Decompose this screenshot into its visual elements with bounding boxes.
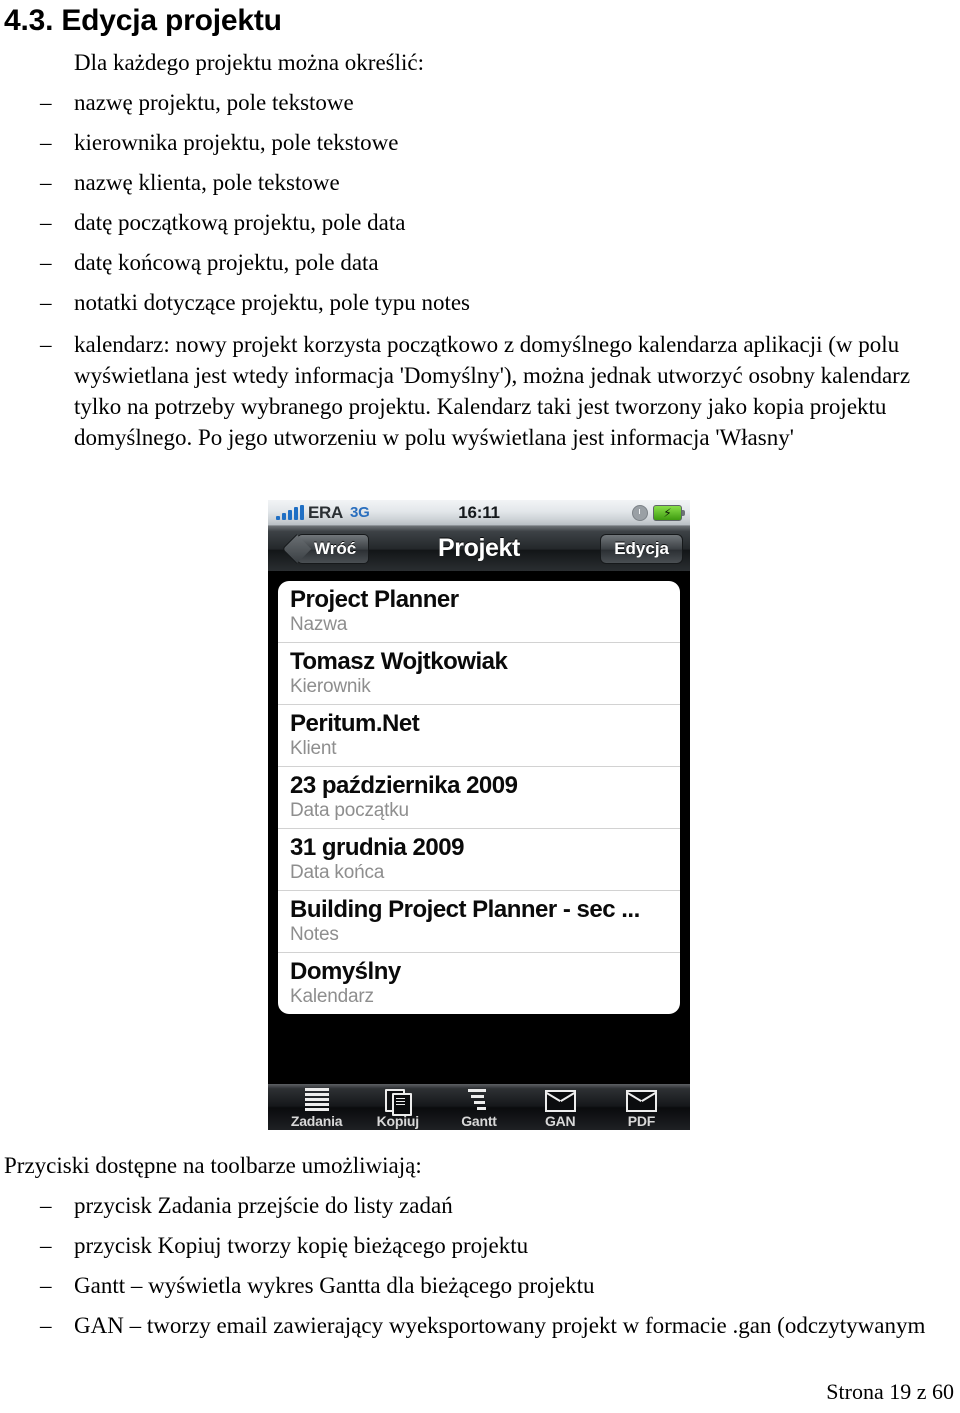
back-button[interactable]: Wróć [297,533,370,564]
status-bar: ERA 3G 16:11 ⚡ [268,500,690,526]
list-item-text: datę końcową projektu, pole data [74,250,379,275]
list-item-text: Gantt – wyświetla wykres Gantta dla bież… [74,1273,595,1298]
list-row[interactable]: 23 października 2009 Data początku [278,767,680,829]
row-label: Nazwa [290,614,348,635]
list-row[interactable]: Peritum.Net Klient [278,705,680,767]
bullet-dash: – [40,1193,52,1218]
toolbar-label: GAN [544,1113,576,1129]
bullet-dash: – [40,90,52,115]
list-item-text: przycisk Kopiuj tworzy kopię bieżącego p… [74,1233,529,1258]
envelope-icon [544,1088,576,1113]
row-value: 31 grudnia 2009 [290,834,464,861]
list-item-text: nazwę projektu, pole tekstowe [74,90,354,115]
bullet-dash: – [40,1233,52,1258]
list-item: – notatki dotyczące projektu, pole typu … [0,289,960,316]
toolbar-button-copy[interactable]: Kopiuj [357,1085,438,1129]
list-row[interactable]: Project Planner Nazwa [278,581,680,643]
list-card: Project Planner Nazwa Tomasz Wojtkowiak … [278,581,680,1014]
list-item: – kalendarz: nowy projekt korzysta począ… [0,329,960,453]
row-value: Domyślny [290,958,401,985]
row-label: Klient [290,738,337,759]
gantt-bars-icon [468,1088,490,1113]
toolbar-label: PDF [627,1113,656,1129]
row-value: Peritum.Net [290,710,420,737]
page-title: 4.3. Edycja projektu [4,4,282,37]
list-item: – przycisk Zadania przejście do listy za… [0,1192,960,1219]
status-clock: 16:11 [458,502,500,522]
navigation-bar: Wróć Projekt Edycja [268,526,690,572]
copy-pages-icon [384,1088,412,1116]
status-right-group: ⚡ [632,504,685,521]
list-item-text: kierownika projektu, pole tekstowe [74,130,399,155]
battery-charging-icon: ⚡ [653,504,685,521]
list-item: – nazwę projektu, pole tekstowe [0,89,960,116]
row-label: Kalendarz [290,986,374,1007]
list-row[interactable]: Domyślny Kalendarz [278,953,680,1014]
list-row[interactable]: Tomasz Wojtkowiak Kierownik [278,643,680,705]
alarm-clock-icon [632,504,648,521]
toolbar-button-tasks[interactable]: Zadania [276,1085,357,1129]
list-item-text: notatki dotyczące projektu, pole typu no… [74,290,470,315]
row-label: Data końca [290,862,385,883]
toolbar-description-section: Przyciski dostępne na toolbarze umożliwi… [0,1152,960,1339]
bullet-dash: – [40,1313,52,1338]
row-value: Project Planner [290,586,459,613]
row-value: 23 października 2009 [290,772,518,799]
bullet-dash: – [40,290,52,315]
project-detail-list: Project Planner Nazwa Tomasz Wojtkowiak … [268,572,690,1040]
row-label: Notes [290,924,339,945]
toolbar-label: Kopiuj [376,1113,420,1129]
row-label: Data początku [290,800,409,821]
list-item-text: przycisk Zadania przejście do listy zada… [74,1193,453,1218]
row-value: Building Project Planner - sec ... [290,896,640,923]
toolbar-button-gantt[interactable]: Gantt [438,1085,519,1129]
toolbar-button-pdf[interactable]: PDF [601,1085,682,1129]
list-item-text: kalendarz: nowy projekt korzysta początk… [74,332,911,450]
bolt-glyph: ⚡ [663,505,672,520]
list-row[interactable]: 31 grudnia 2009 Data końca [278,829,680,891]
list-item: – Gantt – wyświetla wykres Gantta dla bi… [0,1272,960,1299]
list-row[interactable]: Building Project Planner - sec ... Notes [278,891,680,953]
list-item: – GAN – tworzy email zawierający wyekspo… [0,1312,960,1339]
bullet-dash: – [40,332,52,357]
bullet-dash: – [40,210,52,235]
toolbar-lead-text: Przyciski dostępne na toolbarze umożliwi… [4,1153,422,1178]
intro-paragraph: Dla każdego projektu można określić: [74,50,424,75]
list-item: – kierownika projektu, pole tekstowe [0,129,960,156]
project-fields-list: – nazwę projektu, pole tekstowe – kierow… [0,89,960,453]
list-item: – datę początkową projektu, pole data [0,209,960,236]
document-body: 4.3. Edycja projektu Dla każdego projekt… [0,0,960,453]
list-item: – nazwę klienta, pole tekstowe [0,169,960,196]
iphone-screenshot: ERA 3G 16:11 ⚡ Wróć Projekt Edycja Proje… [268,500,690,1130]
envelope-icon [625,1088,657,1113]
toolbar-button-gan[interactable]: GAN [520,1085,601,1129]
toolbar-label: Zadania [290,1113,343,1129]
list-item-text: nazwę klienta, pole tekstowe [74,170,340,195]
toolbar-label: Gantt [461,1113,497,1129]
list-item-text: GAN – tworzy email zawierający wyeksport… [74,1313,926,1338]
bullet-dash: – [40,1273,52,1298]
bottom-toolbar: Zadania Kopiuj Gantt GAN PDF [268,1084,690,1130]
row-label: Kierownik [290,676,371,697]
toolbar-buttons-list: – przycisk Zadania przejście do listy za… [0,1192,960,1339]
list-item-text: datę początkową projektu, pole data [74,210,406,235]
row-value: Tomasz Wojtkowiak [290,648,508,675]
list-item: – przycisk Kopiuj tworzy kopię bieżącego… [0,1232,960,1259]
edit-button[interactable]: Edycja [600,533,683,564]
list-lines-icon [304,1088,329,1113]
page-number-footer: Strona 19 z 60 [826,1379,954,1404]
bullet-dash: – [40,130,52,155]
bullet-dash: – [40,250,52,275]
bullet-dash: – [40,170,52,195]
list-item: – datę końcową projektu, pole data [0,249,960,276]
